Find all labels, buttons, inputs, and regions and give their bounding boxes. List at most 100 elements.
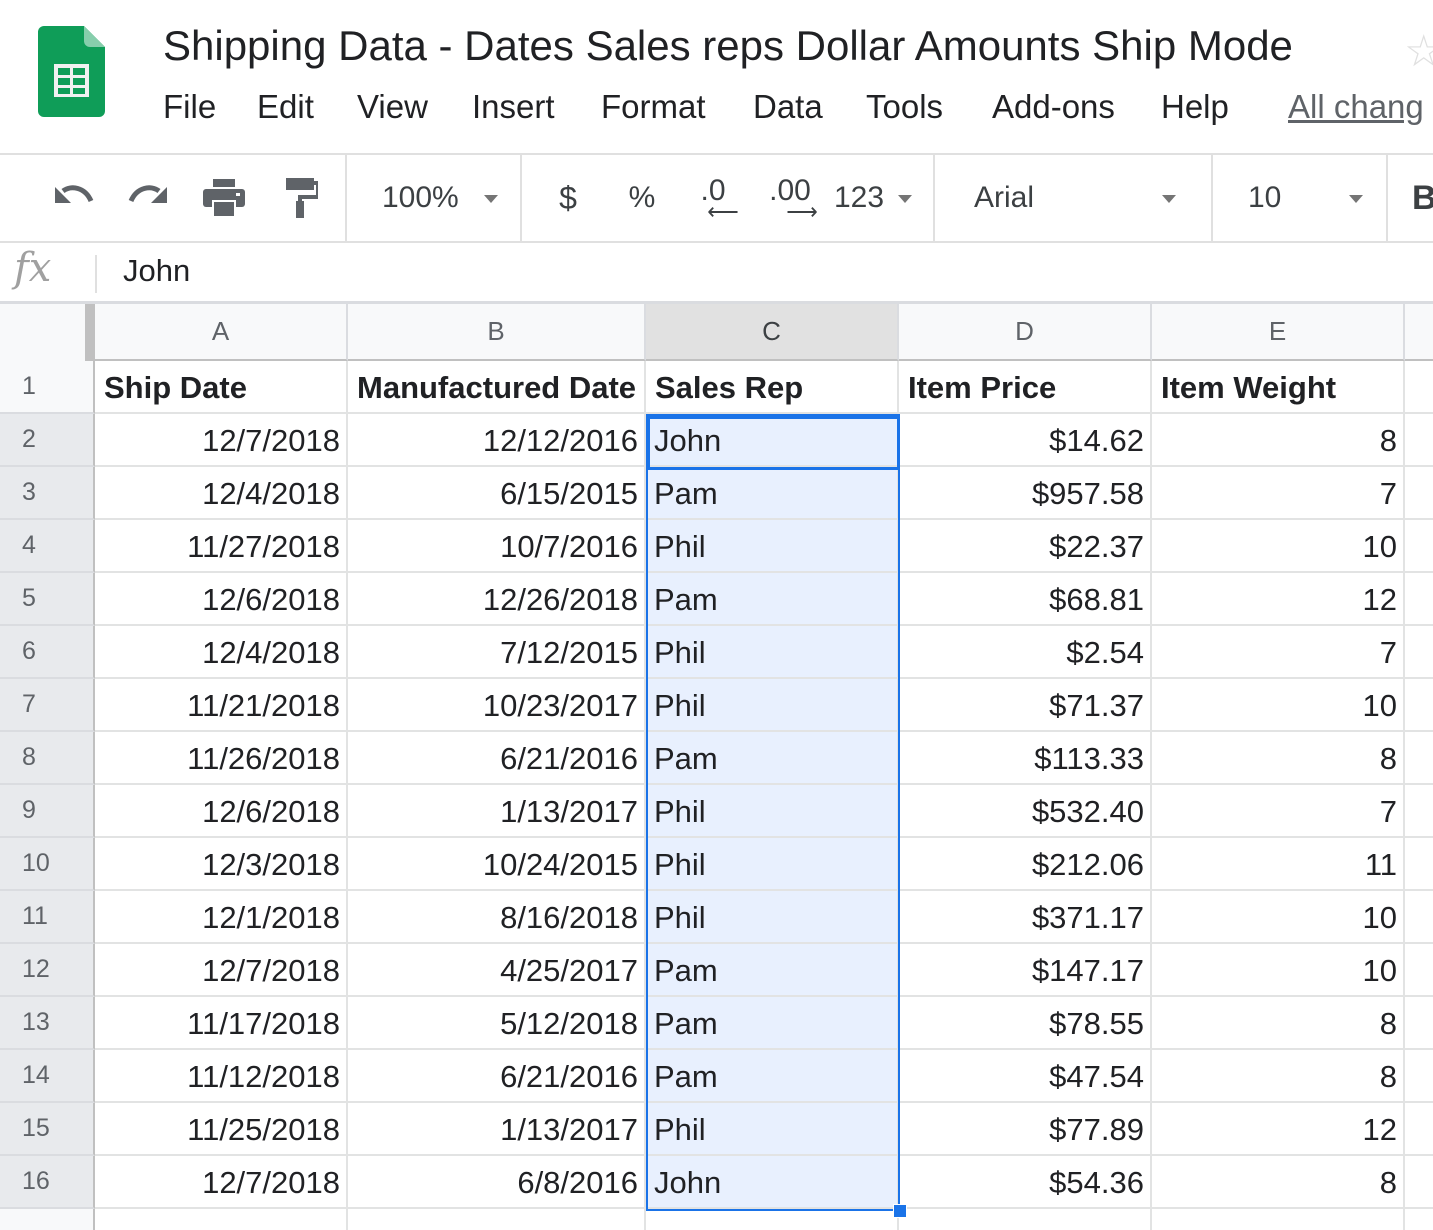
table-cell[interactable]: 11/12/2018 — [95, 1050, 348, 1103]
table-cell[interactable]: 12/4/2018 — [95, 626, 348, 679]
row-header[interactable]: 8 — [0, 732, 95, 785]
percent-format-button[interactable]: % — [620, 155, 664, 241]
menu-insert[interactable]: Insert — [472, 88, 555, 126]
increase-decimal-button[interactable]: .00 ⟶ — [762, 155, 818, 241]
table-cell[interactable]: Phil — [646, 679, 899, 732]
menu-add-ons[interactable]: Add-ons — [992, 88, 1115, 126]
font-size-select[interactable]: 10 — [1236, 155, 1368, 241]
column-header-a[interactable]: A — [95, 304, 348, 361]
print-button[interactable] — [200, 155, 248, 241]
spreadsheet-grid[interactable]: ABCDE 1 2 3 4 5 6 7 8 9 10 11 12 13 14 15 16 Ship Date M… — [0, 304, 1433, 1230]
table-cell[interactable]: 6/21/2016 — [348, 732, 646, 785]
row-header[interactable]: 1 — [0, 361, 95, 414]
column-header-e[interactable]: E — [1152, 304, 1405, 361]
row-header[interactable] — [0, 1209, 95, 1230]
table-cell[interactable]: $71.37 — [899, 679, 1152, 732]
table-cell[interactable]: John — [646, 414, 899, 467]
table-cell[interactable] — [1405, 520, 1433, 573]
table-cell[interactable]: 10 — [1152, 891, 1405, 944]
table-cell[interactable]: 12/7/2018 — [95, 414, 348, 467]
star-icon[interactable]: ☆ — [1404, 26, 1433, 77]
table-cell[interactable]: $22.37 — [899, 520, 1152, 573]
menu-format[interactable]: Format — [601, 88, 706, 126]
table-cell[interactable] — [1405, 732, 1433, 785]
table-cell[interactable]: $212.06 — [899, 838, 1152, 891]
table-cell[interactable] — [1405, 679, 1433, 732]
table-cell[interactable]: 10/24/2015 — [348, 838, 646, 891]
header-cell[interactable]: Item Price — [899, 361, 1152, 414]
table-cell[interactable]: 11/27/2018 — [95, 520, 348, 573]
table-cell[interactable]: Pam — [646, 997, 899, 1050]
menu-help[interactable]: Help — [1161, 88, 1229, 126]
table-cell[interactable]: Phil — [646, 1103, 899, 1156]
table-cell[interactable]: 1/13/2017 — [348, 1103, 646, 1156]
table-cell[interactable]: Phil — [646, 838, 899, 891]
header-cell[interactable]: Item Weight — [1152, 361, 1405, 414]
table-cell[interactable]: 10 — [1152, 944, 1405, 997]
more-formats-select[interactable]: 123 — [834, 155, 918, 241]
column-header-f[interactable] — [1405, 304, 1433, 361]
table-cell[interactable]: 6/15/2015 — [348, 467, 646, 520]
table-cell[interactable]: $54.36 — [899, 1156, 1152, 1209]
table-cell[interactable]: Pam — [646, 1050, 899, 1103]
column-header-c[interactable]: C — [646, 304, 899, 361]
row-header[interactable]: 7 — [0, 679, 95, 732]
table-cell[interactable] — [1405, 944, 1433, 997]
table-cell[interactable]: 6/8/2016 — [348, 1156, 646, 1209]
table-cell[interactable]: 8 — [1152, 732, 1405, 785]
table-cell[interactable]: 6/21/2016 — [348, 1050, 646, 1103]
table-cell[interactable]: 11/25/2018 — [95, 1103, 348, 1156]
table-cell[interactable]: $14.62 — [899, 414, 1152, 467]
table-cell[interactable]: 12/6/2018 — [95, 785, 348, 838]
table-cell[interactable]: 7 — [1152, 785, 1405, 838]
table-cell[interactable] — [1405, 414, 1433, 467]
table-cell[interactable]: $77.89 — [899, 1103, 1152, 1156]
table-cell[interactable]: Phil — [646, 891, 899, 944]
table-cell[interactable]: $532.40 — [899, 785, 1152, 838]
column-header-b[interactable]: B — [348, 304, 646, 361]
table-cell[interactable]: 11/17/2018 — [95, 997, 348, 1050]
row-header[interactable]: 15 — [0, 1103, 95, 1156]
table-cell[interactable]: John — [646, 1156, 899, 1209]
row-header[interactable]: 16 — [0, 1156, 95, 1209]
table-cell[interactable]: 8/16/2018 — [348, 891, 646, 944]
currency-format-button[interactable]: $ — [548, 155, 588, 241]
table-cell[interactable]: $957.58 — [899, 467, 1152, 520]
table-cell[interactable]: 10/7/2016 — [348, 520, 646, 573]
redo-button[interactable] — [124, 155, 174, 241]
row-header[interactable]: 10 — [0, 838, 95, 891]
row-header[interactable]: 3 — [0, 467, 95, 520]
row-header[interactable]: 14 — [0, 1050, 95, 1103]
table-cell[interactable] — [899, 1209, 1152, 1230]
row-header[interactable]: 13 — [0, 997, 95, 1050]
table-cell[interactable] — [1405, 891, 1433, 944]
table-cell[interactable]: 12/7/2018 — [95, 1156, 348, 1209]
fill-handle[interactable] — [893, 1204, 907, 1218]
row-header[interactable]: 6 — [0, 626, 95, 679]
table-cell[interactable]: $371.17 — [899, 891, 1152, 944]
table-cell[interactable] — [1152, 1209, 1405, 1230]
table-cell[interactable]: 1/13/2017 — [348, 785, 646, 838]
table-cell[interactable]: 12/12/2016 — [348, 414, 646, 467]
bold-button[interactable]: B — [1412, 155, 1433, 241]
table-cell[interactable] — [1405, 467, 1433, 520]
zoom-select[interactable]: 100% — [372, 155, 512, 241]
table-cell[interactable] — [1405, 785, 1433, 838]
table-cell[interactable]: 11 — [1152, 838, 1405, 891]
table-cell[interactable]: Pam — [646, 732, 899, 785]
table-cell[interactable]: $2.54 — [899, 626, 1152, 679]
header-cell[interactable]: Manufactured Date — [348, 361, 646, 414]
header-cell[interactable]: Ship Date — [95, 361, 348, 414]
header-cell[interactable]: Sales Rep — [646, 361, 899, 414]
table-cell[interactable] — [1405, 626, 1433, 679]
table-cell[interactable]: 5/12/2018 — [348, 997, 646, 1050]
table-cell[interactable]: Pam — [646, 944, 899, 997]
table-cell[interactable]: Phil — [646, 520, 899, 573]
table-cell[interactable]: 12/26/2018 — [348, 573, 646, 626]
row-header[interactable]: 2 — [0, 414, 95, 467]
table-cell[interactable]: 8 — [1152, 997, 1405, 1050]
table-cell[interactable] — [1405, 1209, 1433, 1230]
formula-input[interactable]: John — [123, 253, 190, 289]
table-cell[interactable]: Phil — [646, 626, 899, 679]
row-header[interactable]: 11 — [0, 891, 95, 944]
